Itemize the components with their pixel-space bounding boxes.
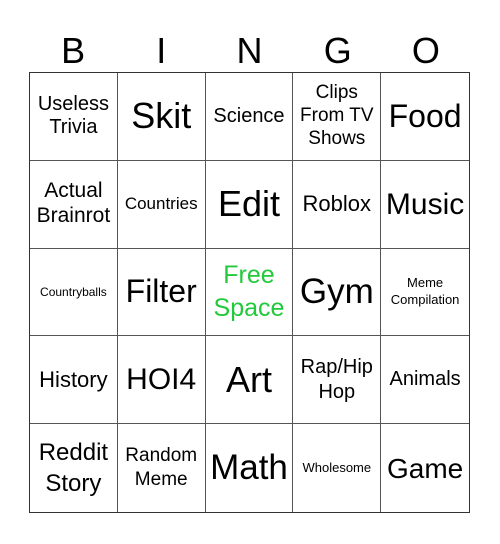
- cell-label: Animals: [389, 367, 461, 390]
- cell-label: Edit: [217, 182, 281, 224]
- bingo-cell[interactable]: Science: [205, 73, 294, 161]
- bingo-cell[interactable]: Food: [381, 73, 469, 161]
- bingo-cell[interactable]: Meme Compilation: [381, 249, 469, 337]
- cell-label: Filter: [125, 273, 197, 310]
- bingo-cell[interactable]: Roblox: [293, 160, 382, 249]
- bingo-cell[interactable]: Music: [381, 161, 469, 249]
- bingo-cell[interactable]: Wholesome: [293, 424, 382, 512]
- cell-label: Reddit Story: [38, 438, 109, 498]
- bingo-cell[interactable]: Random Meme: [118, 424, 206, 512]
- free-space-label: Free Space: [213, 261, 285, 322]
- bingo-cell[interactable]: Gym: [293, 248, 382, 337]
- bingo-cell[interactable]: History: [30, 336, 118, 425]
- bingo-cell[interactable]: Animals: [381, 336, 469, 425]
- bingo-cell[interactable]: Art: [205, 336, 294, 425]
- bingo-cell[interactable]: Edit: [205, 160, 294, 249]
- header-letter-i: I: [156, 30, 167, 71]
- free-space-cell[interactable]: Free Space: [205, 248, 294, 337]
- bingo-cell[interactable]: Math: [206, 424, 294, 512]
- cell-label: Countries: [124, 194, 198, 214]
- cell-label: Wholesome: [302, 460, 372, 476]
- bingo-cell[interactable]: Reddit Story: [30, 424, 118, 512]
- header-letter-o: O: [411, 30, 440, 71]
- cell-label: History: [39, 366, 108, 392]
- bingo-cell[interactable]: Game: [381, 424, 469, 512]
- cell-label: Science: [213, 104, 285, 127]
- header-letter-g: G: [323, 30, 352, 71]
- bingo-cell[interactable]: Useless Trivia: [30, 73, 118, 161]
- bingo-cell[interactable]: Filter: [117, 248, 206, 337]
- bingo-cell[interactable]: Countryballs: [30, 248, 118, 337]
- bingo-cell[interactable]: Clips From TV Shows: [293, 73, 382, 161]
- cell-label: Roblox: [302, 191, 372, 217]
- header-letter-n: N: [236, 30, 263, 71]
- bingo-board: Useless Trivia Skit Science Clips From T…: [29, 72, 470, 513]
- cell-label: Game: [386, 452, 464, 484]
- header-letter-b: B: [61, 30, 86, 71]
- bingo-header: B I N G O: [29, 30, 470, 72]
- cell-label: Music: [385, 187, 465, 221]
- bingo-cell[interactable]: Skit: [117, 73, 206, 161]
- cell-label: Actual Brainrot: [36, 179, 111, 228]
- cell-label: Random Meme: [125, 445, 198, 491]
- cell-label: Gym: [299, 272, 374, 312]
- bingo-cell[interactable]: Rap/Hip Hop: [293, 336, 382, 425]
- cell-label: Rap/Hip Hop: [300, 355, 373, 403]
- cell-label: HOI4: [126, 363, 197, 397]
- cell-label: Meme Compilation: [390, 275, 460, 307]
- cell-label: Art: [225, 358, 272, 400]
- cell-label: Food: [388, 97, 462, 134]
- bingo-cell[interactable]: HOI4: [117, 336, 206, 425]
- cell-label: Clips From TV Shows: [300, 82, 374, 149]
- bingo-cell[interactable]: Countries: [117, 160, 206, 249]
- cell-label: Countryballs: [40, 284, 107, 299]
- cell-label: Skit: [131, 95, 192, 137]
- cell-label: Useless Trivia: [37, 92, 109, 139]
- bingo-cell[interactable]: Actual Brainrot: [30, 160, 118, 249]
- cell-label: Math: [210, 448, 288, 488]
